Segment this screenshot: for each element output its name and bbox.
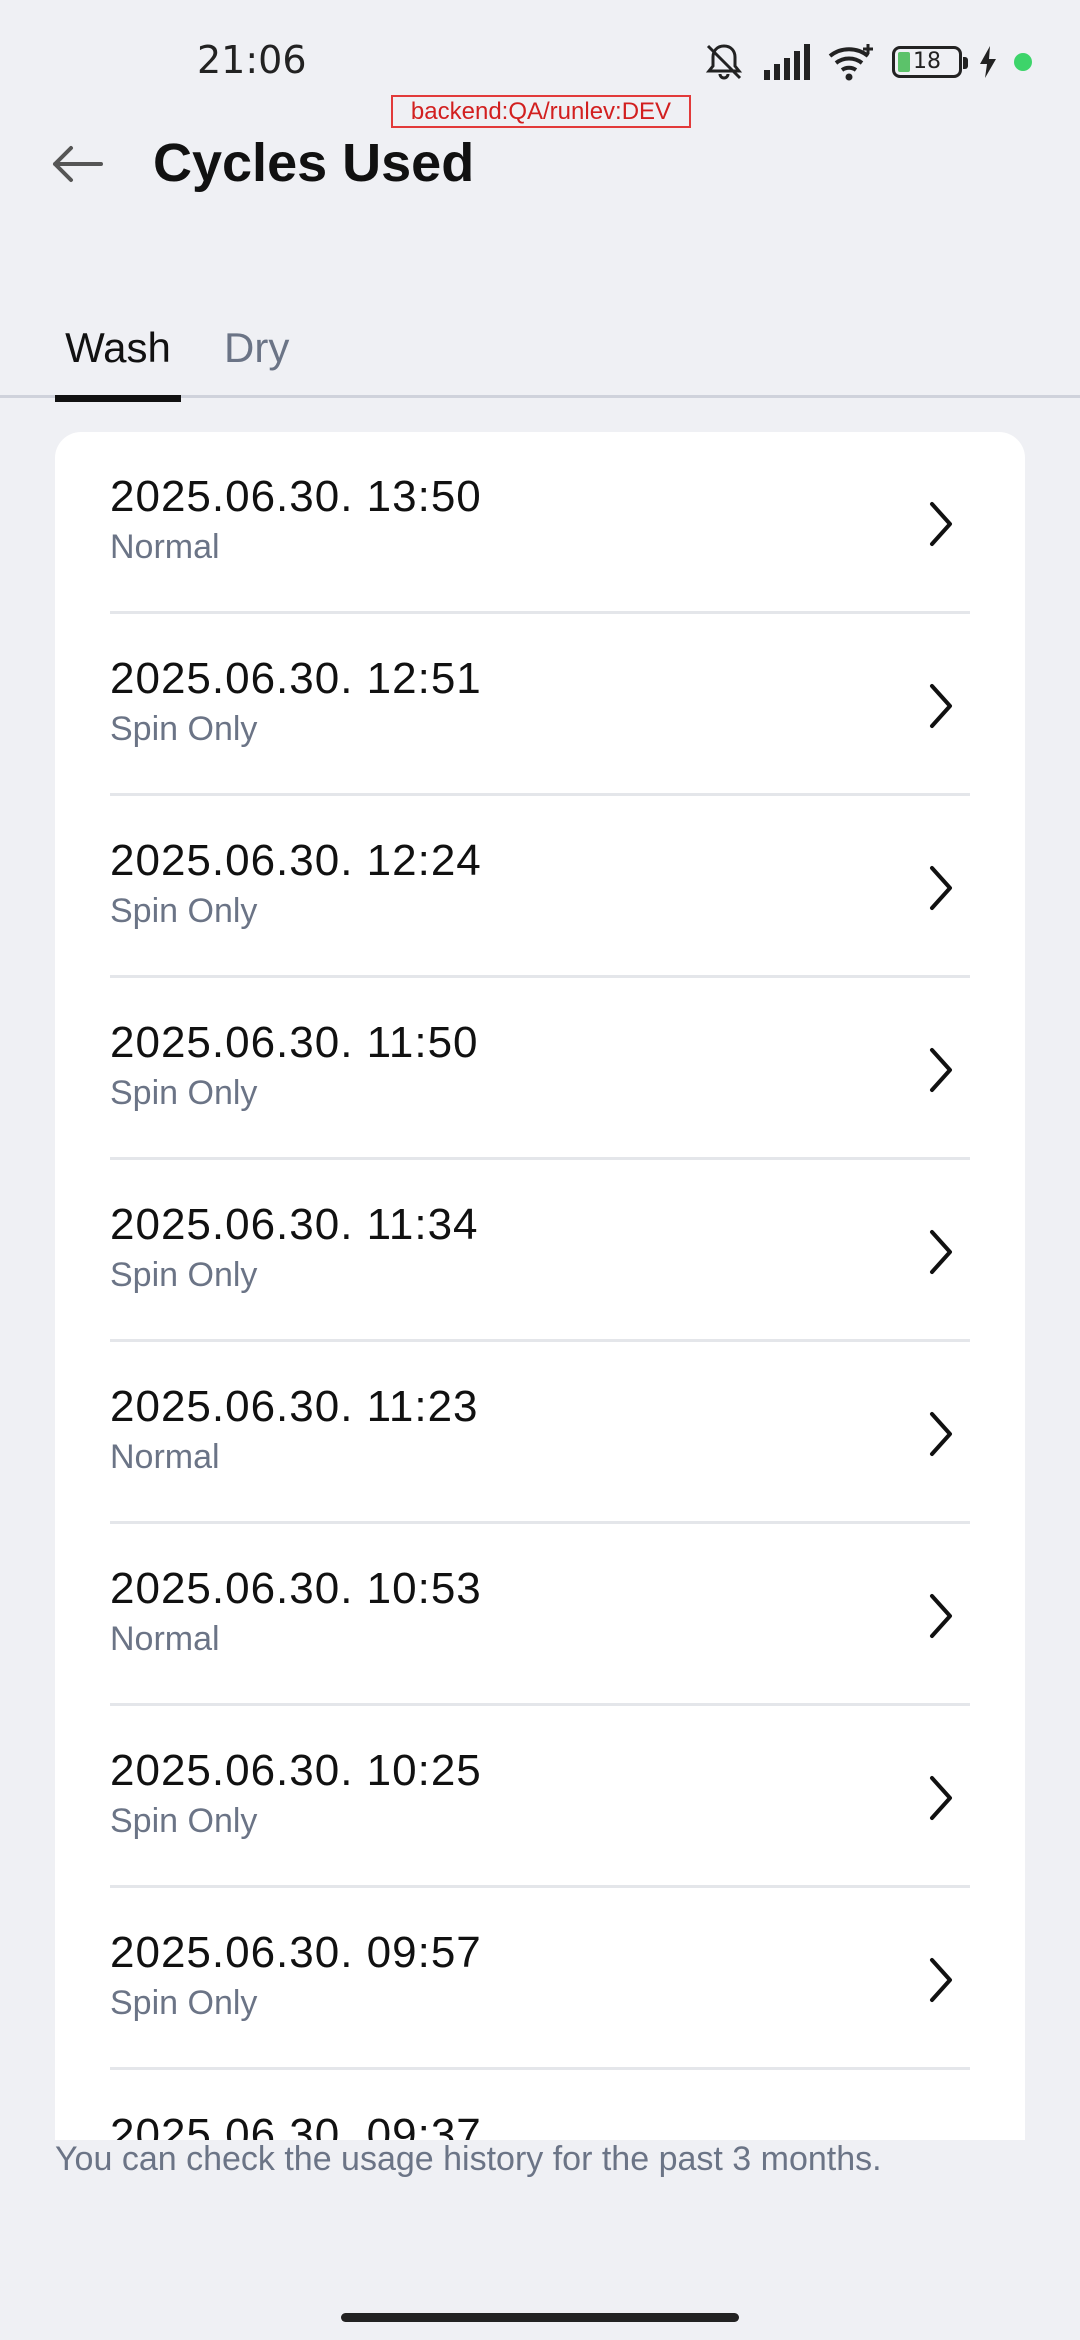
chevron-right-icon <box>920 1590 960 1642</box>
debug-label: backend:QA/runlev:DEV <box>391 95 691 128</box>
tab-wash[interactable]: Wash <box>55 324 181 402</box>
chevron-right-icon <box>920 680 960 732</box>
cycle-date: 2025.06.30. 10:53 <box>110 1564 482 1613</box>
chevron-right-icon <box>920 1226 960 1278</box>
charging-icon <box>978 46 998 78</box>
chevron-right-icon <box>920 1408 960 1460</box>
cycle-date: 2025.06.30. 12:51 <box>110 654 482 703</box>
home-indicator[interactable] <box>341 2313 739 2322</box>
chevron-right-icon <box>920 1954 960 2006</box>
battery-icon: 18 <box>892 46 968 78</box>
chevron-right-icon <box>920 498 960 550</box>
cycle-date: 2025.06.30. 11:50 <box>110 1018 479 1067</box>
tab-dry-label: Dry <box>224 324 290 371</box>
mute-icon <box>702 42 746 82</box>
cycle-date: 2025.06.30. 09:57 <box>110 1928 482 1977</box>
cycle-row[interactable]: 2025.06.30. 11:23 Normal <box>110 1342 970 1524</box>
cycle-mode: Normal <box>110 528 220 566</box>
cycle-mode: Spin Only <box>110 892 258 930</box>
cycle-mode: Spin Only <box>110 710 258 748</box>
wifi-icon <box>826 42 876 82</box>
cycle-mode: Normal <box>110 1620 220 1658</box>
cycle-row[interactable]: 2025.06.30. 12:24 Spin Only <box>110 796 970 978</box>
cycle-row[interactable]: 2025.06.30. 11:34 Spin Only <box>110 1160 970 1342</box>
cycle-row[interactable]: 2025.06.30. 09:37 <box>110 2070 970 2140</box>
status-time: 21:06 <box>197 38 307 82</box>
signal-icon <box>762 44 810 80</box>
chevron-right-icon <box>920 2136 960 2140</box>
cycle-row[interactable]: 2025.06.30. 12:51 Spin Only <box>110 614 970 796</box>
cycle-mode: Spin Only <box>110 1256 258 1294</box>
cycle-date: 2025.06.30. 10:25 <box>110 1746 482 1795</box>
cycle-mode: Spin Only <box>110 1074 258 1112</box>
cycle-row[interactable]: 2025.06.30. 09:57 Spin Only <box>110 1888 970 2070</box>
page-title: Cycles Used <box>153 133 475 193</box>
cycle-row[interactable]: 2025.06.30. 11:50 Spin Only <box>110 978 970 1160</box>
back-button[interactable] <box>44 138 110 194</box>
cycle-mode: Normal <box>110 1438 220 1476</box>
tab-selected-indicator <box>55 395 181 402</box>
chevron-right-icon <box>920 862 960 914</box>
cycle-mode: Spin Only <box>110 1802 258 1840</box>
chevron-right-icon <box>920 1044 960 1096</box>
arrow-left-icon <box>51 144 103 188</box>
cycle-date: 2025.06.30. 11:34 <box>110 1200 479 1249</box>
chevron-right-icon <box>920 1772 960 1824</box>
status-icons: 18 <box>702 40 1032 84</box>
tab-bar: Wash Dry <box>0 310 1080 402</box>
cycle-date: 2025.06.30. 13:50 <box>110 472 482 521</box>
cycle-list[interactable]: 2025.06.30. 13:50 Normal 2025.06.30. 12:… <box>55 432 1025 2140</box>
dot-icon <box>1014 53 1032 71</box>
cycle-date: 2025.06.30. 11:23 <box>110 1382 479 1431</box>
cycle-date: 2025.06.30. 09:37 <box>110 2110 482 2140</box>
cycle-date: 2025.06.30. 12:24 <box>110 836 482 885</box>
cycle-row[interactable]: 2025.06.30. 10:53 Normal <box>110 1524 970 1706</box>
tab-dry[interactable]: Dry <box>224 324 289 398</box>
usage-history-note: You can check the usage history for the … <box>55 2140 882 2178</box>
cycle-row[interactable]: 2025.06.30. 13:50 Normal <box>110 432 970 614</box>
cycle-row[interactable]: 2025.06.30. 10:25 Spin Only <box>110 1706 970 1888</box>
tab-wash-label: Wash <box>65 324 171 371</box>
cycle-mode: Spin Only <box>110 1984 258 2022</box>
